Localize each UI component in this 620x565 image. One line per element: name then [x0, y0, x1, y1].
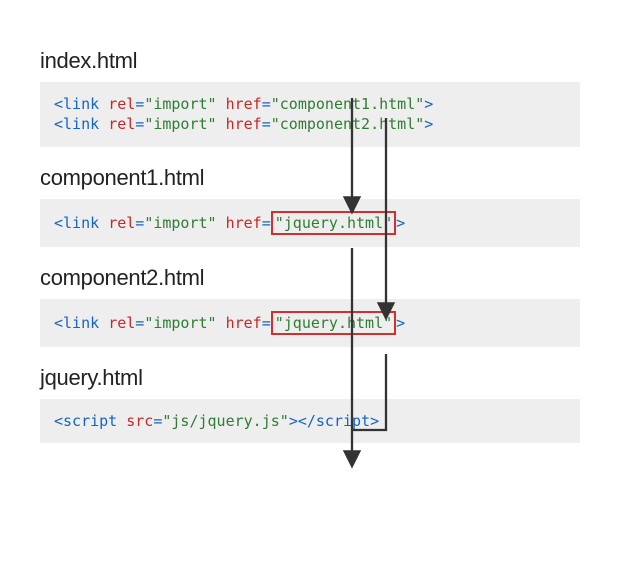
tag-name: link [63, 214, 99, 232]
val-src: js/jquery.js [171, 412, 279, 430]
val-rel: import [153, 95, 207, 113]
attr-href: href [226, 314, 262, 332]
tag-name: link [63, 314, 99, 332]
attr-href: href [226, 214, 262, 232]
attr-rel: rel [108, 214, 135, 232]
val-rel: import [153, 115, 207, 133]
val-rel: import [153, 214, 207, 232]
attr-href: href [226, 95, 262, 113]
section-title-component2: component2.html [40, 265, 580, 291]
tag-name: link [63, 115, 99, 133]
val-href: component1.html [280, 95, 415, 113]
code-jquery: <script src="js/jquery.js"></script> [40, 399, 580, 443]
attr-src: src [126, 412, 153, 430]
val-href: jquery.html [284, 214, 383, 232]
code-index: <link rel="import" href="component1.html… [40, 82, 580, 147]
attr-href: href [226, 115, 262, 133]
section-title-jquery: jquery.html [40, 365, 580, 391]
tag-name: link [63, 95, 99, 113]
val-href: jquery.html [284, 314, 383, 332]
section-title-component1: component1.html [40, 165, 580, 191]
val-rel: import [153, 314, 207, 332]
attr-rel: rel [108, 95, 135, 113]
code-component1: <link rel="import" href="jquery.html"> [40, 199, 580, 247]
tag-name: script [63, 412, 117, 430]
code-component2: <link rel="import" href="jquery.html"> [40, 299, 580, 347]
val-href: component2.html [280, 115, 415, 133]
attr-rel: rel [108, 115, 135, 133]
tag-name: script [316, 412, 370, 430]
section-title-index: index.html [40, 48, 580, 74]
highlight-href-2: "jquery.html" [271, 311, 396, 335]
highlight-href-1: "jquery.html" [271, 211, 396, 235]
attr-rel: rel [108, 314, 135, 332]
